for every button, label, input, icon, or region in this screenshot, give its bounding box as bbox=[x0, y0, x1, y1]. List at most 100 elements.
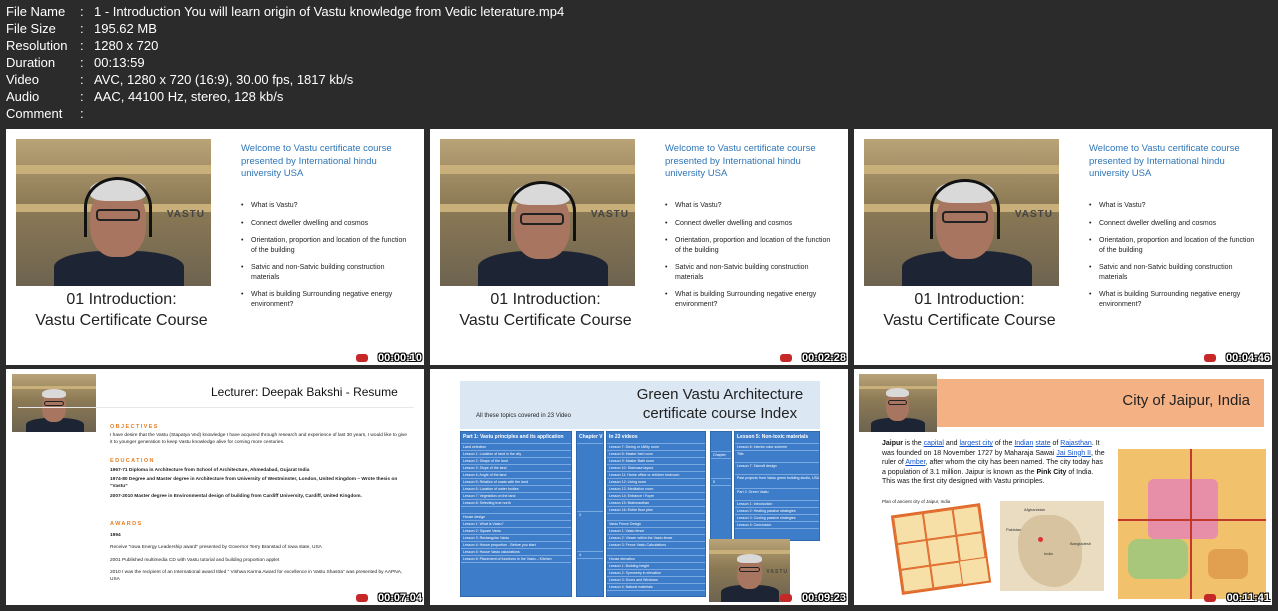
thumbnail-1[interactable]: VASTU Welcome to Vastu certificate cours… bbox=[6, 129, 424, 365]
chapter-mark: 3 bbox=[577, 512, 603, 552]
info-sep: : bbox=[80, 21, 84, 36]
bullet-text: What is Vastu? bbox=[1099, 202, 1146, 209]
bullet-item: • Orientation, proportion and location of… bbox=[241, 236, 411, 255]
bullet-text: Connect dweller dwelling and cosmos bbox=[1099, 219, 1217, 227]
info-value: AAC, 44100 Hz, stereo, 128 kb/s bbox=[94, 89, 284, 104]
table-header: In 23 videos bbox=[607, 432, 705, 444]
chapter-mark: Chapter bbox=[711, 452, 731, 459]
bullet-text: Satvic and non-Satvic building construct… bbox=[251, 264, 385, 281]
award-item: Receive “Iowa Energy Leadership award” p… bbox=[110, 545, 322, 550]
bullet-item: • Orientation, proportion and location of… bbox=[665, 236, 835, 255]
green-zone bbox=[1128, 539, 1188, 579]
bullet-item: • Satvic and non-Satvic building construc… bbox=[241, 263, 411, 282]
wiki-link[interactable]: capital bbox=[924, 440, 944, 447]
wiki-link[interactable]: Jai Singh II bbox=[1056, 450, 1091, 457]
table-row: Lesson 2: Viewer within the Vastu fence bbox=[607, 535, 705, 542]
divider bbox=[18, 407, 414, 408]
file-info-row: File Size:195.62 MB bbox=[6, 20, 564, 37]
timestamp: 00:02:28 bbox=[801, 352, 846, 364]
headset bbox=[84, 177, 152, 237]
webcam-frame bbox=[12, 374, 96, 432]
slide-bullets: • What is Vastu? • Connect dweller dwellin… bbox=[665, 201, 835, 317]
wiki-link[interactable]: largest city bbox=[959, 440, 992, 447]
table-row: Lesson 13: Meditation room bbox=[607, 486, 705, 493]
bullet-text: Orientation, proportion and location of … bbox=[251, 237, 407, 254]
india-map: Afghanistan Pakistan Bangladesh India bbox=[1000, 501, 1104, 591]
thumbnail-4[interactable]: Lecturer: Deepak Bakshi - Resume OBJECTI… bbox=[6, 369, 424, 605]
table-row: Lesson 7: Vegetation on the land bbox=[461, 493, 571, 500]
bullet-text: Connect dweller dwelling and cosmos bbox=[675, 219, 793, 227]
headset bbox=[508, 181, 576, 241]
education-item: 1967-71 Diploma in Architecture from Sch… bbox=[110, 468, 310, 473]
slide-bullets: • What is Vastu? • Connect dweller dwellin… bbox=[241, 201, 411, 317]
text-bold: Pink City bbox=[1036, 468, 1067, 476]
table-row: Lesson 3: Cooling passive strategies bbox=[735, 515, 819, 522]
text-span: of bbox=[1050, 440, 1061, 447]
cam-sign: VASTU bbox=[590, 209, 629, 220]
wiki-link[interactable]: Amber bbox=[905, 459, 925, 466]
player-logo-icon bbox=[780, 594, 792, 602]
table-row: Land selection bbox=[461, 444, 571, 451]
slide-welcome-title: Welcome to Vastu certificate course pres… bbox=[665, 143, 816, 179]
orange-zone bbox=[1208, 549, 1248, 579]
bullet-text: What is building Surrounding negative en… bbox=[251, 291, 393, 308]
table-row: Lesson 1: Location of land in the city bbox=[461, 451, 571, 458]
bullet-text: What is building Surrounding negative en… bbox=[675, 291, 817, 308]
education-heading: EDUCATION bbox=[110, 458, 155, 464]
wiki-link[interactable]: Indian bbox=[1014, 440, 1033, 447]
cam-sign: VASTU bbox=[766, 569, 788, 575]
award-item: 2001 Published multimedia CD with Vastu … bbox=[110, 558, 280, 563]
bullet-item: • Connect dweller dwelling and cosmos bbox=[1089, 219, 1217, 227]
timestamp: 00:00:10 bbox=[377, 352, 422, 364]
info-key: Video bbox=[6, 72, 40, 87]
resume-title: Lecturer: Deepak Bakshi - Resume bbox=[211, 385, 398, 399]
bullet-item: • Satvic and non-Satvic building construc… bbox=[665, 263, 835, 282]
thumbnail-3[interactable]: VASTU Welcome to Vastu certificate cours… bbox=[854, 129, 1272, 365]
table-row: Lesson 2: Shape of the land bbox=[461, 458, 571, 465]
slide-course-title: 01 Introduction: Vastu Certificate Course bbox=[862, 289, 1077, 331]
map-label: Afghanistan bbox=[1024, 507, 1046, 512]
table-row: Lesson 3: Slope of the land bbox=[461, 465, 571, 472]
file-info-row: Resolution:1280 x 720 bbox=[6, 37, 564, 54]
info-key: Comment bbox=[6, 106, 63, 121]
index-subtitle: All these topics covered in 23 Video bbox=[476, 413, 571, 419]
thumbnail-5[interactable]: Green Vastu Architecture certificate cour… bbox=[430, 369, 848, 605]
table-row bbox=[711, 432, 731, 452]
thumbnail-2[interactable]: VASTU Welcome to Vastu certificate cours… bbox=[430, 129, 848, 365]
table-row: Past projects from Vastu green building … bbox=[735, 475, 819, 489]
table-row: Lesson 8: Selecting true north bbox=[461, 500, 571, 507]
table-row: Lesson 3: Doors and Windows bbox=[607, 577, 705, 584]
info-sep: : bbox=[80, 89, 84, 104]
table-row bbox=[607, 549, 705, 556]
table-row: Lesson 3: Fence Vastu Calculations bbox=[607, 542, 705, 549]
award-item: 2010 I was the recipient of an Internati… bbox=[110, 570, 403, 582]
table-row: Lesson 4: Conclusion bbox=[735, 522, 819, 529]
index-table-chapter-2: Chapter 5 bbox=[710, 431, 732, 541]
title-line: Vastu Certificate Course bbox=[35, 312, 208, 329]
player-logo-icon bbox=[1204, 354, 1216, 362]
info-sep: : bbox=[80, 106, 84, 121]
table-row: Lesson 4: Angle of the land bbox=[461, 472, 571, 479]
title-line: certificate course Index bbox=[642, 405, 798, 422]
info-key: File Size bbox=[6, 21, 56, 36]
table-row: Lesson 5: House Vastu calculations bbox=[461, 549, 571, 556]
table-row: Lesson 5: Relation of roads with the lan… bbox=[461, 479, 571, 486]
glasses bbox=[739, 567, 760, 572]
wiki-link[interactable]: state bbox=[1035, 440, 1050, 447]
webcam-frame: VASTU bbox=[864, 139, 1059, 286]
bullet-text: Orientation, proportion and location of … bbox=[675, 237, 831, 254]
wiki-link[interactable]: Rajasthan bbox=[1060, 440, 1092, 447]
bullet-text: What is Vastu? bbox=[675, 202, 722, 209]
file-info-row: Video: AVC, 1280 x 720 (16:9), 30.00 fps,… bbox=[6, 71, 564, 88]
bullet-item: • What is building Surrounding negative e… bbox=[1089, 290, 1259, 309]
info-value: 00:13:59 bbox=[94, 55, 145, 70]
slide-course-title: 01 Introduction: Vastu Certificate Course bbox=[438, 289, 653, 331]
education-item: 1974-80 Degree and Master degree in Arch… bbox=[110, 477, 398, 489]
info-sep: : bbox=[80, 55, 84, 70]
thumbnail-6[interactable]: City of Jaipur, India Jaipur is the capi… bbox=[854, 369, 1272, 605]
road-line bbox=[1118, 519, 1266, 521]
index-table-part1: Part 1: Vastu principles and its applica… bbox=[460, 431, 572, 597]
pink-city-zone bbox=[1148, 479, 1218, 539]
grid-cell bbox=[956, 532, 986, 562]
grid-cell bbox=[900, 565, 934, 593]
